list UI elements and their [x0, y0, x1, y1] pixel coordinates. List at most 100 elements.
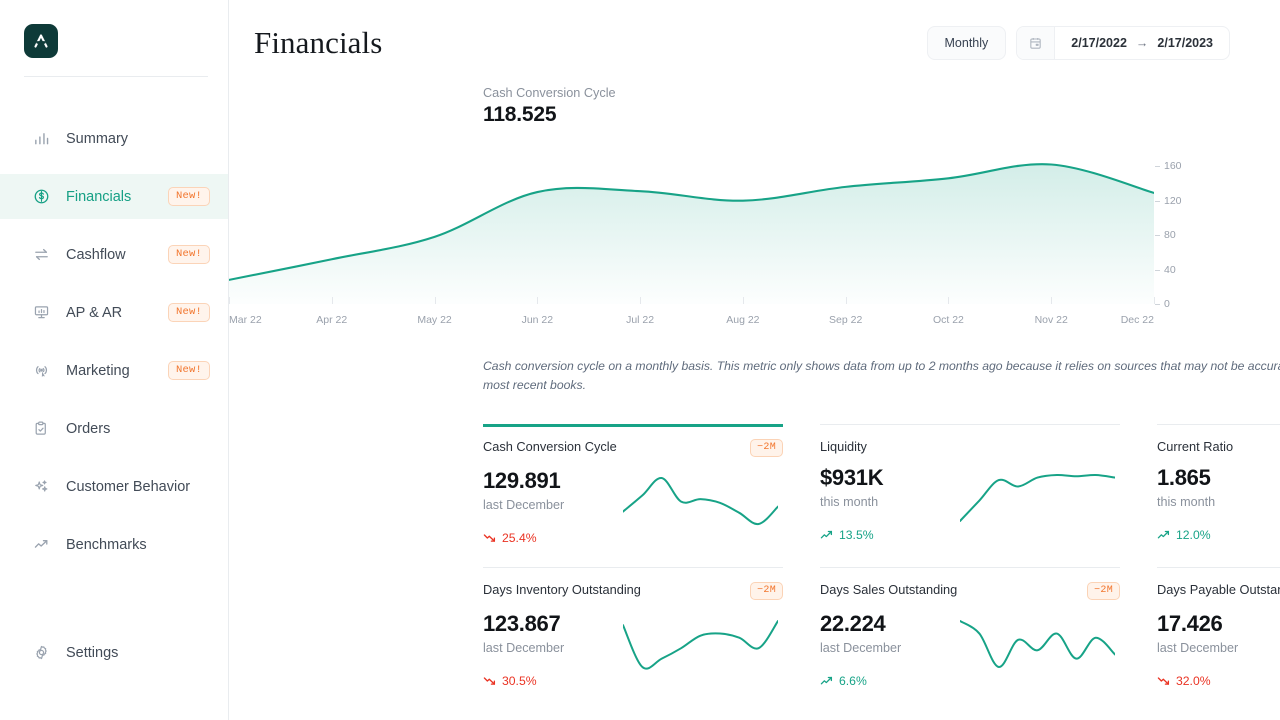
- date-arrow-icon: →: [1135, 36, 1149, 50]
- bar-chart-icon: [32, 130, 50, 148]
- kpi-card[interactable]: Current Ratio 1.865 this month 12.0%: [1157, 423, 1280, 545]
- chart-y-tick-mark: [1155, 166, 1160, 168]
- kpi-card-title: Days Payable Outstanding: [1157, 581, 1280, 597]
- sidebar-item-badge: New!: [167, 245, 210, 264]
- granularity-button[interactable]: Monthly: [926, 26, 1007, 60]
- sidebar-item-customer-behavior[interactable]: Customer Behavior: [0, 464, 228, 509]
- sidebar-item-badge: New!: [167, 303, 210, 322]
- kpi-card-value: 22.224: [820, 610, 886, 636]
- sidebar-item-label: Customer Behavior: [66, 478, 191, 495]
- chart-y-tick-mark: [1155, 235, 1160, 237]
- kpi-card-value: 123.867: [483, 610, 561, 636]
- trend-down-icon: [483, 534, 496, 542]
- date-start: 2/17/2022: [1071, 36, 1127, 50]
- kpi-card-title: Liquidity: [820, 438, 867, 454]
- kpi-card-body: $931K this month 13.5%: [820, 465, 1120, 542]
- calendar-icon: [1017, 27, 1056, 59]
- chart-y-tick-mark: [1155, 304, 1160, 305]
- kpi-card-badge: −2M: [750, 438, 783, 457]
- kpi-card-badge: −2M: [750, 581, 783, 600]
- chart-y-tick: 160: [1155, 160, 1182, 172]
- chart-plot-area: [229, 149, 1154, 304]
- sidebar-item-cashflow[interactable]: Cashflow New!: [0, 232, 228, 277]
- chart-x-tick: Jun 22: [521, 314, 554, 326]
- sidebar-item-summary[interactable]: Summary: [0, 116, 228, 161]
- date-range-picker[interactable]: 2/17/2022 → 2/17/2023: [1016, 26, 1230, 60]
- chart-x-axis: Mar 22 Apr 22 May 22 Jun 22 Jul 22 Aug 22 Sep …: [229, 297, 1155, 328]
- kpi-card-period: last December: [820, 640, 902, 655]
- hero-metric-label: Cash Conversion Cycle: [483, 86, 616, 100]
- chart-y-tick: 40: [1155, 264, 1176, 276]
- kpi-card-delta-value: 32.0%: [1176, 673, 1211, 688]
- kpi-card-sparkline: [960, 467, 1120, 529]
- chart-x-tick: Jul 22: [626, 314, 655, 326]
- topbar: Financials Monthly 2/17/2022 → 2/17/2023: [229, 0, 1280, 64]
- sidebar: Summary Financials New! Cashflow New! AP…: [0, 0, 229, 720]
- chart-x-tick: Apr 22: [316, 314, 348, 326]
- logo-wrap: [0, 0, 228, 58]
- chart-x-gridline: [1051, 297, 1053, 304]
- app-root: Summary Financials New! Cashflow New! AP…: [0, 0, 1280, 720]
- kpi-card-period: this month: [820, 494, 879, 509]
- kpi-card-period: last December: [483, 497, 565, 512]
- clipboard-check-icon: [32, 420, 50, 438]
- kpi-card-delta-value: 6.6%: [839, 673, 867, 688]
- kpi-card-delta-value: 30.5%: [502, 673, 537, 688]
- dollar-circle-icon: [32, 188, 50, 206]
- kpi-card-delta: 30.5%: [483, 674, 623, 688]
- sidebar-settings-group: Settings: [0, 630, 228, 688]
- app-logo[interactable]: [24, 24, 58, 58]
- chart-y-axis: 0 40 80 120 160: [1154, 149, 1209, 310]
- chart-y-tick: 120: [1155, 195, 1182, 207]
- topbar-controls: Monthly 2/17/2022 → 2/17/2023: [926, 26, 1230, 60]
- exchange-arrows-icon: [32, 246, 50, 264]
- main-content: Financials Monthly 2/17/2022 → 2/17/2023…: [229, 0, 1280, 720]
- hero-metric-value: 118.525: [483, 103, 557, 126]
- kpi-card-sparkline: [623, 613, 783, 675]
- kpi-card-title: Cash Conversion Cycle: [483, 438, 617, 454]
- trend-up-icon: [820, 530, 833, 539]
- kpi-card-period: last December: [483, 640, 565, 655]
- sidebar-nav: Summary Financials New! Cashflow New! AP…: [0, 116, 228, 580]
- sidebar-item-benchmarks[interactable]: Benchmarks: [0, 522, 228, 567]
- kpi-card-value: 17.426: [1157, 610, 1223, 636]
- kpi-card-body: 123.867 last December 30.5%: [483, 611, 783, 688]
- chart-y-tick-mark: [1155, 269, 1160, 271]
- kpi-card-delta: 13.5%: [820, 528, 960, 542]
- sidebar-item-badge: New!: [167, 361, 210, 380]
- sidebar-item-ap-ar[interactable]: AP & AR New!: [0, 290, 228, 335]
- date-range-value[interactable]: 2/17/2022 → 2/17/2023: [1055, 27, 1229, 59]
- chart-x-gridline: [229, 297, 230, 304]
- kpi-card-body: 22.224 last December 6.6%: [820, 611, 1120, 688]
- kpi-card-delta-value: 25.4%: [502, 530, 537, 545]
- kpi-card[interactable]: Days Payable Outstanding−2M 17.426 last De…: [1157, 566, 1280, 688]
- kpi-card-left: 123.867 last December 30.5%: [483, 611, 623, 688]
- sidebar-item-label: Marketing: [66, 362, 130, 379]
- kpi-card-head: Days Inventory Outstanding −2M: [483, 581, 783, 600]
- sidebar-item-financials[interactable]: Financials New!: [0, 174, 228, 219]
- chart-x-gridline: [537, 297, 539, 304]
- kpi-card-title: Days Inventory Outstanding: [483, 581, 641, 597]
- kpi-card-value: 1.865: [1157, 464, 1211, 490]
- sidebar-item-label: Settings: [66, 644, 119, 661]
- trend-down-icon: [1157, 677, 1170, 685]
- sidebar-item-orders[interactable]: Orders: [0, 406, 228, 451]
- date-end: 2/17/2023: [1157, 36, 1213, 50]
- page-title: Financials: [254, 25, 383, 60]
- main-area-chart[interactable]: 0 40 80 120 160 Mar 22 Apr 22 May 22 Jun 22 Jul …: [229, 149, 1209, 329]
- sidebar-item-marketing[interactable]: Marketing New!: [0, 348, 228, 393]
- kpi-card[interactable]: Days Inventory Outstanding −2M 123.867 last…: [483, 566, 783, 688]
- sidebar-item-settings[interactable]: Settings: [0, 630, 228, 675]
- kpi-card-left: 22.224 last December 6.6%: [820, 611, 960, 688]
- kpi-card[interactable]: Liquidity $931K this month 13.5%: [820, 423, 1120, 545]
- kpi-card-badge: −2M: [1087, 581, 1120, 600]
- chart-x-gridline: [948, 297, 950, 304]
- kpi-card[interactable]: Days Sales Outstanding −2M 22.224 last Dece…: [820, 566, 1120, 688]
- kpi-card[interactable]: Cash Conversion Cycle −2M 129.891 last Dece…: [483, 423, 783, 545]
- broadcast-icon: [32, 362, 50, 380]
- kpi-card-head: Current Ratio: [1157, 439, 1280, 454]
- kpi-card-grid: Cash Conversion Cycle −2M 129.891 last Dece…: [483, 423, 1280, 688]
- chart-y-tick-mark: [1155, 200, 1160, 202]
- kpi-card-delta: 12.0%: [1157, 528, 1280, 542]
- kpi-card-body: 129.891 last December 25.4%: [483, 468, 783, 545]
